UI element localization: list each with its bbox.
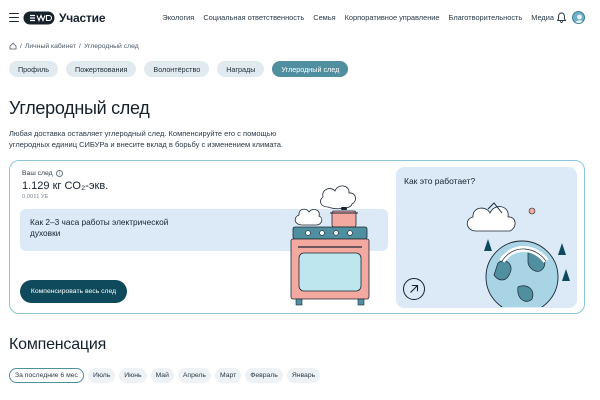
period-last-6-months[interactable]: За последние 6 мес — [9, 368, 84, 383]
footprint-value: 1.129 кг CO₂-экв. — [22, 180, 109, 192]
avatar[interactable] — [572, 11, 585, 24]
footprint-label: Ваш след — [22, 170, 53, 177]
period-filter: За последние 6 мес Июль Июнь Май Апрель … — [9, 368, 321, 383]
period-april[interactable]: Апрель — [177, 368, 211, 383]
period-march[interactable]: Март — [214, 368, 242, 383]
nav-ecology[interactable]: Экология — [162, 13, 194, 22]
breadcrumb-cabinet[interactable]: Личный кабинет — [25, 43, 76, 50]
tab-donations[interactable]: Пожертвования — [66, 61, 137, 77]
period-may[interactable]: Май — [150, 368, 174, 383]
user-icon — [575, 14, 584, 23]
compensate-all-button[interactable]: Компенсировать весь след — [20, 280, 127, 303]
period-july[interactable]: Июль — [87, 368, 116, 383]
period-january[interactable]: Январь — [286, 368, 321, 383]
tab-volunteering[interactable]: Волонтёрство — [144, 61, 210, 77]
footprint-label-row: Ваш след i — [22, 170, 63, 177]
arrow-up-right-icon — [410, 284, 419, 293]
page-title: Углеродный след — [9, 98, 150, 118]
how-it-works-arrow-button[interactable] — [403, 278, 425, 300]
footprint-card: Ваш след i 1.129 кг CO₂-экв. 0.0011 УЕ К… — [9, 160, 585, 314]
nav-charity[interactable]: Благотворительность — [449, 13, 523, 22]
info-icon[interactable]: i — [55, 170, 63, 177]
tab-carbon-footprint[interactable]: Углеродный след — [272, 61, 349, 77]
breadcrumb-separator: / — [20, 42, 22, 50]
nav-social[interactable]: Социальная ответственность — [203, 13, 304, 22]
site-header: Участие Экология Социальная ответственно… — [0, 0, 600, 36]
home-icon[interactable] — [9, 42, 17, 50]
sibur-logo-icon[interactable] — [23, 11, 55, 25]
how-it-works-card[interactable]: Как это работает? — [396, 167, 577, 308]
tab-awards[interactable]: Награды — [217, 61, 265, 77]
main-nav: Экология Социальная ответственность Семь… — [162, 13, 554, 22]
nav-family[interactable]: Семья — [313, 13, 335, 22]
stove-illustration-icon — [290, 185, 370, 306]
breadcrumb-separator: / — [79, 42, 81, 50]
how-it-works-title: Как это работает? — [404, 176, 476, 186]
compensation-title: Компенсация — [9, 336, 107, 353]
page-description: Любая доставка оставляет углеродный след… — [9, 129, 283, 149]
footprint-units: 0.0011 УЕ — [22, 194, 49, 200]
profile-tabs: Профиль Пожертвования Волонтёрство Награ… — [9, 61, 349, 77]
bell-icon[interactable] — [557, 12, 566, 23]
menu-icon[interactable] — [9, 13, 19, 23]
brand-name: Участие — [59, 11, 106, 25]
tab-profile[interactable]: Профиль — [9, 61, 59, 77]
breadcrumb: / Личный кабинет / Углеродный след — [9, 42, 139, 50]
period-february[interactable]: Февраль — [245, 368, 283, 383]
nav-governance[interactable]: Корпоративное управление — [345, 13, 440, 22]
comparison-text: Как 2–3 часа работы электрической духовк… — [30, 217, 169, 238]
period-june[interactable]: Июнь — [119, 368, 147, 383]
globe-illustration-icon — [466, 202, 570, 307]
nav-media[interactable]: Медиа — [531, 13, 554, 22]
breadcrumb-current: Углеродный след — [83, 42, 139, 50]
